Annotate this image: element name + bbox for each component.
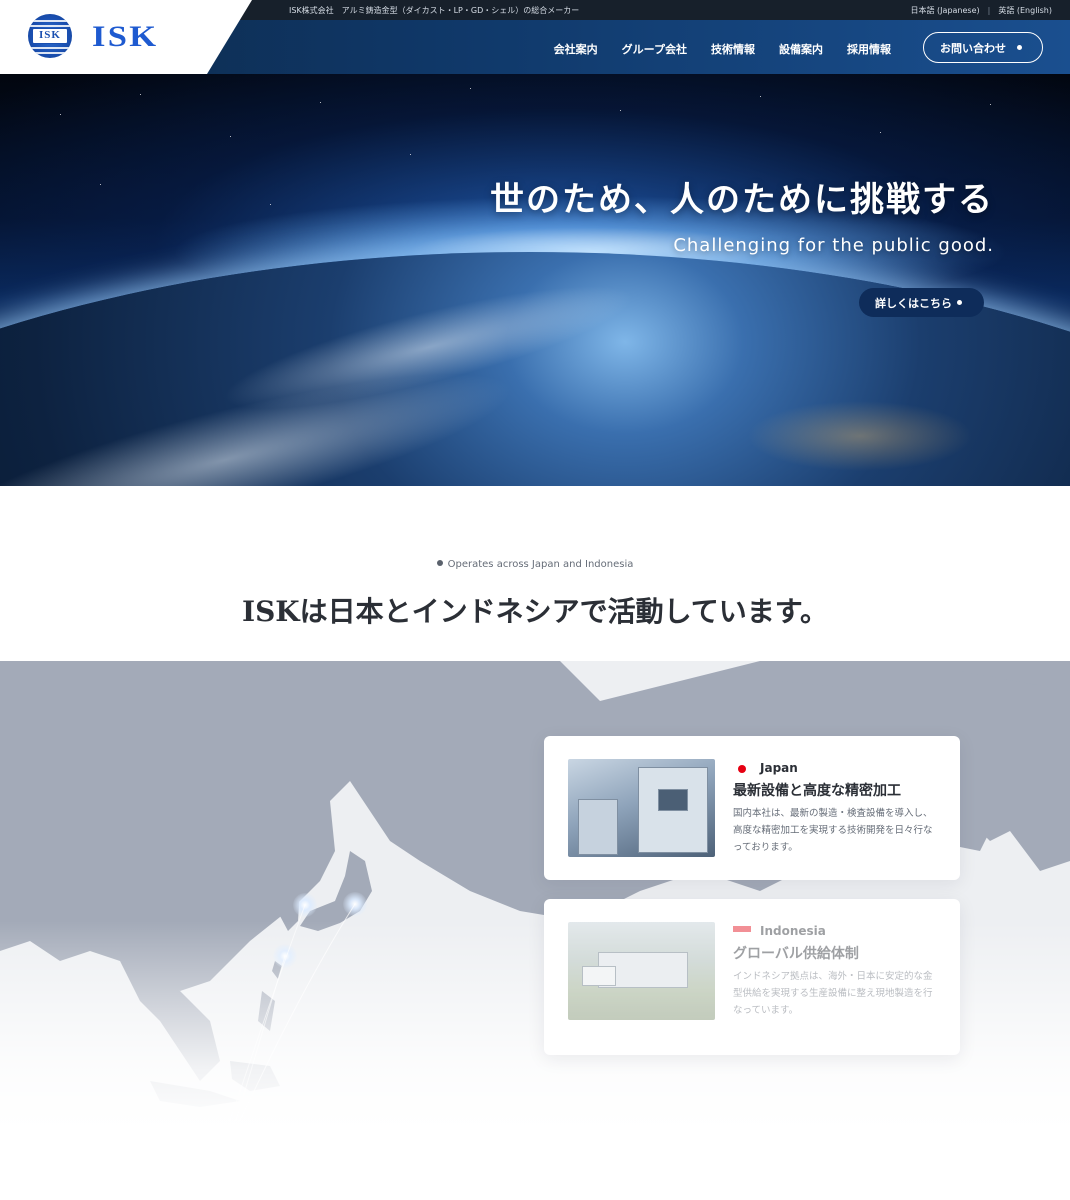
star [230,136,231,137]
nav-recruit[interactable]: 採用情報 [847,41,891,57]
nav-equipment[interactable]: 設備案内 [779,41,823,57]
star [100,184,101,185]
location-title: 最新設備と高度な精密加工 [733,783,901,799]
section-eyebrow-text: Operates across Japan and Indonesia [447,559,634,570]
location-country: Indonesia [760,924,826,938]
factory-building-image [582,966,616,986]
hero-button-label: 詳しくはこちら [875,296,952,310]
hero-subtitle: Challenging for the public good. [673,235,994,256]
location-country: Japan [760,761,798,775]
hero-more-button[interactable]: 詳しくはこちら [859,288,984,317]
location-description: 国内本社は、最新の製造・検査設備を導入し、高度な精密加工を実現する技術開発を日々… [733,808,933,853]
location-card-japan[interactable]: Japan 最新設備と高度な精密加工 国内本社は、最新の製造・検査設備を導入し、… [544,736,960,880]
logo-badge-text: ISK [32,28,68,44]
dot-icon [957,300,962,305]
star [620,110,621,111]
contact-button[interactable]: お問い合わせ [923,32,1043,63]
japan-flag-icon [733,763,751,775]
logo-wordmark: ISK [92,20,159,53]
machine-image [658,789,688,811]
machine-image [578,799,618,855]
star [760,96,761,97]
indonesia-flag-icon [733,926,751,938]
section-title: ISKは日本とインドネシアで活動しています。 [241,595,829,628]
star [270,204,271,205]
lang-english-link[interactable]: 英語 (English) [998,6,1052,15]
location-title: グローバル供給体制 [733,946,859,962]
indonesia-factory-photo [568,922,715,1020]
nav-technology[interactable]: 技術情報 [711,41,755,57]
location-card-indonesia[interactable]: Indonesia グローバル供給体制 インドネシア拠点は、海外・日本に安定的な… [544,899,960,1055]
city-lights-image [680,364,1040,484]
location-description: インドネシア拠点は、海外・日本に安定的な金型供給を実現する生産設備に整え現地製造… [733,971,933,1016]
dot-icon [1017,45,1022,50]
bullet-icon [436,560,443,566]
star [880,132,881,133]
contact-button-label: お問い合わせ [940,41,1006,55]
language-switcher: 日本語 (Japanese) | 英語 (English) [911,5,1052,16]
lang-separator: | [987,6,991,15]
lang-japanese-link[interactable]: 日本語 (Japanese) [911,6,980,15]
star [470,88,471,89]
nav-group-companies[interactable]: グループ会社 [622,41,687,57]
star [140,94,141,95]
header-tagline: ISK株式会社 アルミ鋳造金型（ダイカスト・LP・GD・シェル）の総合メーカー [289,6,580,15]
world-map [0,661,1070,1131]
isk-logo-icon: ISK [28,14,72,58]
nav-company[interactable]: 会社案内 [554,41,598,57]
star [990,104,991,105]
star [320,102,321,103]
site-header: ISK ISK ISK株式会社 アルミ鋳造金型（ダイカスト・LP・GD・シェル）… [0,0,1070,74]
main-nav: 会社案内 グループ会社 技術情報 設備案内 採用情報 [554,41,891,57]
star [60,114,61,115]
hero-title: 世のため、人のために挑戦する [490,180,994,220]
japan-factory-photo [568,759,715,857]
hero-section: 世のため、人のために挑戦する Challenging for the publi… [0,74,1070,486]
section-eyebrow: Operates across Japan and Indonesia [0,559,1070,570]
star [410,154,411,155]
